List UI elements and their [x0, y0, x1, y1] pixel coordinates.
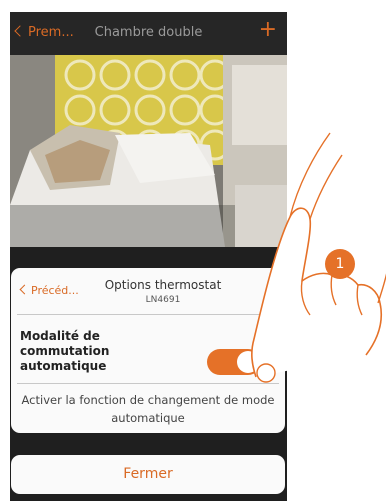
step-callout-badge: 1 — [325, 249, 355, 279]
chevron-left-icon — [19, 284, 30, 295]
pointing-hand-icon — [251, 132, 386, 383]
top-bar: Prem... Chambre double + — [10, 12, 287, 55]
option-label: Modalité de commutation automatique — [20, 329, 110, 373]
card-subtitle: LN4691 — [145, 295, 181, 305]
card-title: Options thermostat — [104, 278, 222, 292]
add-button[interactable]: + — [259, 19, 277, 41]
page-title: Chambre double — [94, 25, 203, 40]
close-button[interactable]: Fermer — [11, 455, 285, 494]
